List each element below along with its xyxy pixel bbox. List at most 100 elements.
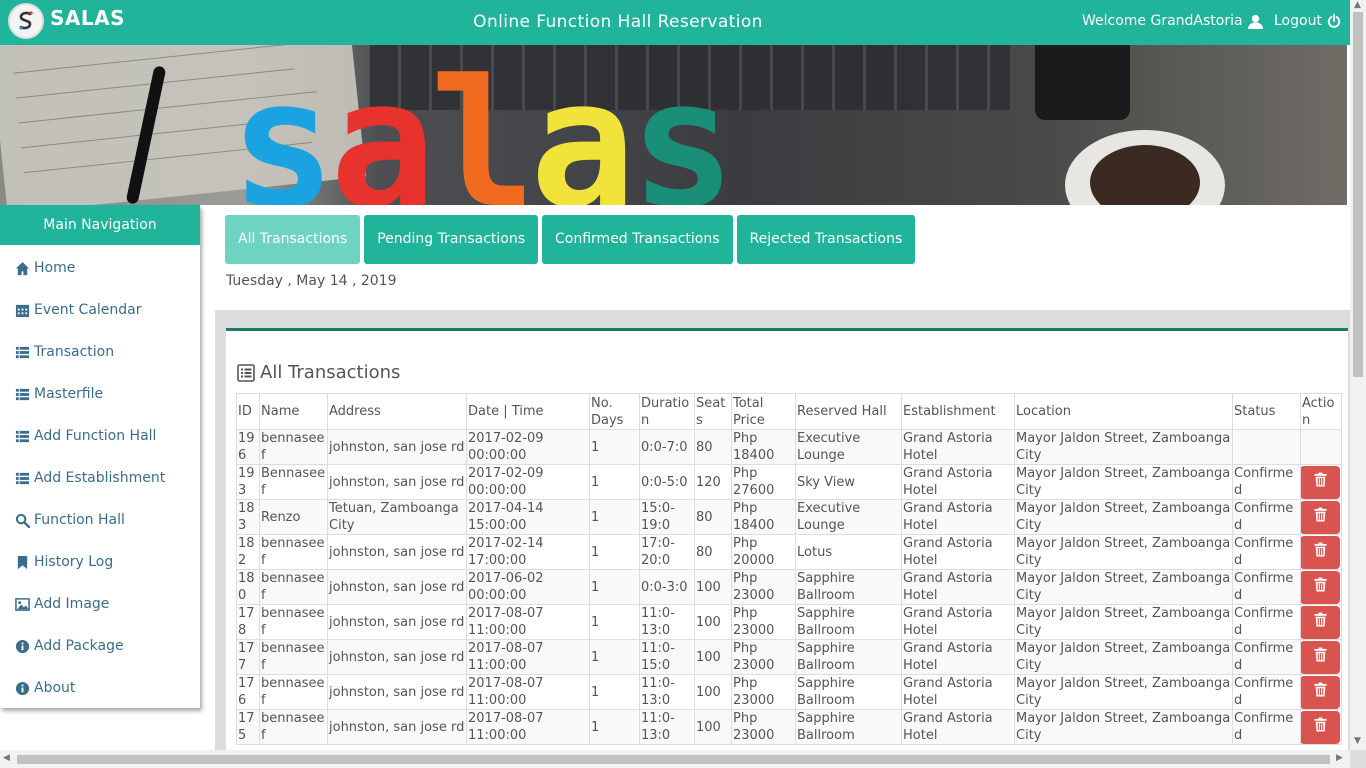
delete-button[interactable]	[1301, 675, 1340, 709]
panel-title-text: All Transactions	[260, 362, 401, 383]
horizontal-scrollbar[interactable]: ◀ ▶	[0, 750, 1350, 768]
delete-button[interactable]	[1301, 500, 1340, 534]
column-header: No. Days	[589, 393, 640, 430]
sidebar-item-masterfile[interactable]: Masterfile	[0, 373, 200, 415]
table-cell: Grand Astoria Hotel	[901, 604, 1015, 640]
action-cell	[1300, 534, 1342, 570]
table-cell	[1232, 429, 1301, 465]
power-icon	[1327, 13, 1342, 29]
trash-icon	[1313, 472, 1327, 492]
table-cell: Tetuan, Zamboanga City	[327, 499, 467, 535]
scroll-left-arrow-icon[interactable]: ◀	[3, 753, 10, 763]
tab-confirmed-transactions[interactable]: Confirmed Transactions	[542, 215, 733, 264]
table-row: 177 bennaseef johnston, san jose rd 2017-08…	[236, 639, 1342, 675]
sidebar-item-history-log[interactable]: History Log	[0, 541, 200, 583]
table-cell: 182	[236, 534, 260, 570]
table-cell: Php 23000	[731, 639, 796, 675]
banner-image: salas	[0, 45, 1347, 205]
table-cell: 1	[589, 429, 640, 465]
sidebar-item-function-hall[interactable]: Function Hall	[0, 499, 200, 541]
table-cell: Executive Lounge	[795, 429, 902, 465]
sidebar-item-label: Home	[34, 260, 76, 276]
action-cell	[1300, 464, 1342, 500]
scroll-right-arrow-icon[interactable]: ▶	[1336, 753, 1343, 763]
horizontal-scroll-thumb[interactable]	[17, 755, 1330, 764]
vertical-scrollbar[interactable]: ▲ ▼	[1350, 0, 1366, 750]
table-cell: 11:0-13:0	[639, 674, 695, 710]
table-cell: Lotus	[795, 534, 902, 570]
delete-button[interactable]	[1301, 640, 1340, 674]
trash-icon	[1313, 682, 1327, 702]
sidebar-item-about[interactable]: About	[0, 667, 200, 709]
table-cell: Php 23000	[731, 709, 796, 745]
tab-rejected-transactions[interactable]: Rejected Transactions	[736, 215, 916, 264]
sidebar-item-add-function-hall[interactable]: Add Function Hall	[0, 415, 200, 457]
tab-pending-transactions[interactable]: Pending Transactions	[364, 215, 539, 264]
current-date: Tuesday , May 14 , 2019	[226, 273, 397, 289]
table-cell: Sapphire Ballroom	[795, 569, 902, 605]
table-cell: 178	[236, 604, 260, 640]
delete-button[interactable]	[1301, 570, 1340, 604]
table-cell: Mayor Jaldon Street, Zamboanga City	[1014, 499, 1233, 535]
sidebar-item-label: Add Function Hall	[34, 428, 157, 444]
sidebar-item-home[interactable]: Home	[0, 247, 200, 289]
list-icon	[15, 471, 30, 486]
vertical-scroll-thumb[interactable]	[1353, 12, 1363, 377]
table-cell: Sapphire Ballroom	[795, 674, 902, 710]
sidebar-item-add-establishment[interactable]: Add Establishment	[0, 457, 200, 499]
table-cell: Confirmed	[1232, 534, 1301, 570]
table-cell: Bennaseef	[259, 464, 328, 500]
action-cell	[1300, 639, 1342, 675]
sidebar-item-event-calendar[interactable]: Event Calendar	[0, 289, 200, 331]
column-header: Seats	[694, 393, 732, 430]
column-header: Total Price	[731, 393, 796, 430]
info-icon	[15, 639, 30, 654]
table-cell: 177	[236, 639, 260, 675]
table-cell: bennaseef	[259, 709, 328, 745]
sidebar-heading: Main Navigation	[0, 205, 200, 245]
table-cell: 1	[589, 709, 640, 745]
table-header-row: ID Name Address Date | Time No. Days Duration…	[236, 393, 1342, 430]
table-cell: Confirmed	[1232, 569, 1301, 605]
table-cell: Php 18400	[731, 429, 796, 465]
table-cell: johnston, san jose rd	[327, 604, 467, 640]
welcome-text: Welcome GrandAstoria	[1082, 13, 1243, 29]
action-cell	[1300, 674, 1342, 710]
trash-icon	[1313, 507, 1327, 527]
table-cell: Grand Astoria Hotel	[901, 709, 1015, 745]
table-cell: Confirmed	[1232, 709, 1301, 745]
list-alt-icon	[237, 363, 255, 382]
trash-icon	[1313, 717, 1327, 737]
table-row: 178 bennaseef johnston, san jose rd 2017-08…	[236, 604, 1342, 640]
tab-all-transactions[interactable]: All Transactions	[225, 215, 361, 264]
table-cell: Php 23000	[731, 569, 796, 605]
sidebar-item-transaction[interactable]: Transaction	[0, 331, 200, 373]
top-navbar: SALAS Online Function Hall Reservation W…	[0, 0, 1350, 45]
table-cell: 183	[236, 499, 260, 535]
sidebar-item-add-package[interactable]: Add Package	[0, 625, 200, 667]
bookmark-icon	[15, 555, 30, 570]
table-cell: bennaseef	[259, 604, 328, 640]
sidebar-item-add-image[interactable]: Add Image	[0, 583, 200, 625]
logout-link[interactable]: Logout	[1274, 13, 1342, 29]
delete-button[interactable]	[1301, 465, 1340, 499]
delete-button[interactable]	[1301, 535, 1340, 569]
table-cell: 100	[694, 709, 732, 745]
delete-button[interactable]	[1301, 605, 1340, 639]
table-cell: bennaseef	[259, 429, 328, 465]
delete-button[interactable]	[1301, 710, 1340, 744]
table-cell: Grand Astoria Hotel	[901, 499, 1015, 535]
table-cell: 2017-06-02 00:00:00	[466, 569, 590, 605]
table-cell: Mayor Jaldon Street, Zamboanga City	[1014, 709, 1233, 745]
sidebar-item-label: Event Calendar	[34, 302, 142, 318]
table-cell: 0:0-7:0	[639, 429, 695, 465]
welcome-user[interactable]: Welcome GrandAstoria	[1082, 13, 1263, 29]
table-cell: Executive Lounge	[795, 499, 902, 535]
table-cell: 1	[589, 639, 640, 675]
salas-logo: salas	[230, 57, 736, 206]
scroll-up-arrow-icon[interactable]: ▲	[1354, 0, 1361, 10]
table-cell: 1	[589, 674, 640, 710]
table-cell: 1	[589, 534, 640, 570]
table-cell: 196	[236, 429, 260, 465]
scroll-down-arrow-icon[interactable]: ▼	[1354, 736, 1361, 746]
